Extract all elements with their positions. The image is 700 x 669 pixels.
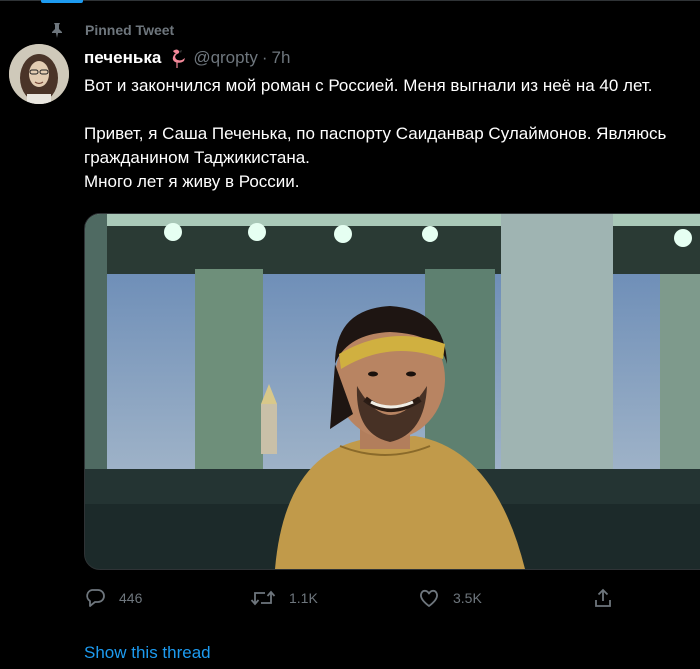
retweet-count: 1.1K [289, 590, 318, 606]
separator-dot: · [261, 48, 268, 67]
reply-icon [84, 587, 106, 609]
tweet-text: Вот и закончился мой роман с Россией. Ме… [84, 74, 700, 194]
pin-icon [49, 22, 65, 38]
tweet-line [84, 98, 700, 122]
pinned-tweet-indicator: Pinned Tweet [49, 20, 174, 40]
retweet-icon [250, 587, 276, 609]
like-button[interactable]: 3.5K [418, 584, 482, 612]
handle[interactable]: @qropty [193, 48, 258, 68]
tweet-line: Привет, я Саша Печенька, по паспорту Саи… [84, 124, 667, 143]
reply-button[interactable]: 446 [84, 584, 142, 612]
tweet-photo[interactable] [84, 213, 700, 570]
tweet-actions: 446 1.1K 3.5K [84, 584, 700, 612]
active-tab-indicator [41, 0, 83, 3]
share-button[interactable] [592, 584, 614, 612]
flamingo-icon [165, 48, 187, 68]
like-count: 3.5K [453, 590, 482, 606]
tweet-line: Много лет я живу в России. [84, 172, 300, 191]
tweet-header: печенька @qropty · 7h [84, 47, 290, 69]
tweet-line: Вот и закончился мой роман с Россией. Ме… [84, 76, 653, 95]
top-divider [0, 0, 700, 1]
display-name[interactable]: печенька [84, 48, 161, 68]
reply-count: 446 [119, 590, 143, 606]
heart-icon [418, 587, 440, 609]
share-icon [592, 587, 614, 609]
show-thread-link[interactable]: Show this thread [84, 643, 211, 663]
tweet-line: гражданином Таджикистана. [84, 148, 310, 167]
avatar[interactable] [9, 44, 69, 104]
pinned-label: Pinned Tweet [85, 22, 175, 38]
retweet-button[interactable]: 1.1K [250, 584, 318, 612]
timestamp[interactable]: 7h [272, 48, 291, 68]
